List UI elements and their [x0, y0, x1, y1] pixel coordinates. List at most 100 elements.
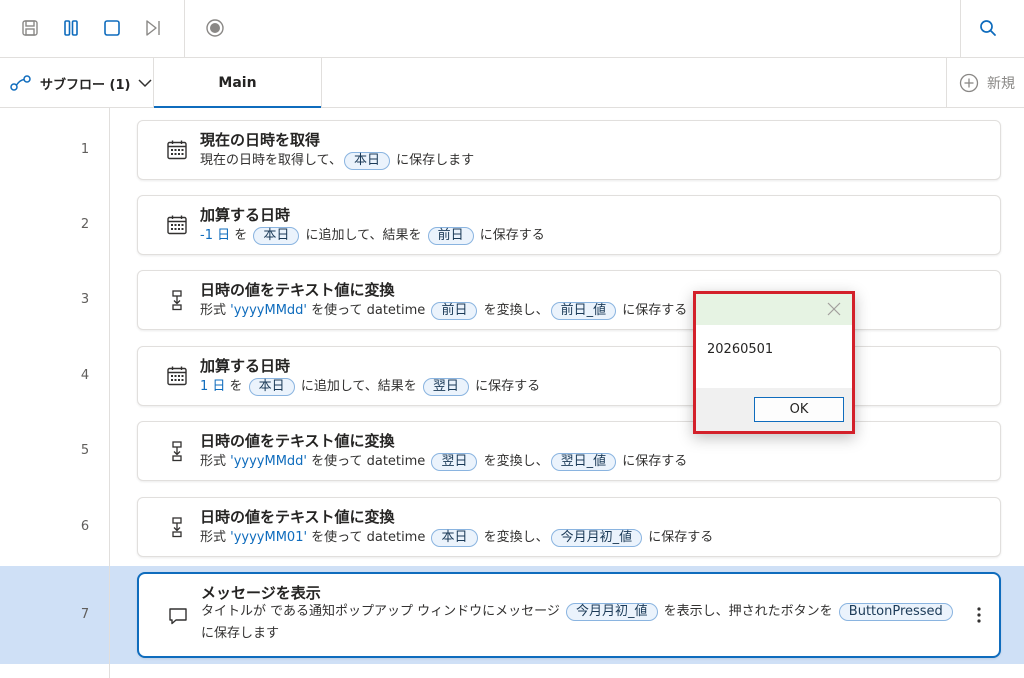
description-text: に保存します: [201, 626, 280, 641]
record-icon: [206, 19, 224, 37]
description-text: を: [230, 228, 252, 243]
subflow-label: サブフロー (1): [40, 77, 131, 93]
pause-button[interactable]: [57, 14, 85, 42]
flow-step-3[interactable]: 日時の値をテキスト値に変換 形式 'yyyyMMdd' を使って datetime…: [137, 270, 1001, 330]
step-next-button[interactable]: [139, 14, 167, 42]
step-number: 7: [80, 607, 90, 622]
description-text: を使って datetime: [307, 303, 430, 318]
variable-chip[interactable]: 翌日: [422, 378, 469, 396]
tab-main-label: Main: [218, 75, 257, 91]
step-description: 形式 'yyyyMM01' を使って datetime 本日 を変換し、 今月月初…: [200, 529, 713, 547]
description-text: 形式: [200, 454, 231, 469]
step-number: 2: [80, 217, 90, 232]
dialog-close-button[interactable]: [826, 301, 842, 317]
message-box-dialog: 20260501 OK: [693, 291, 855, 434]
step-number: 4: [80, 368, 90, 383]
description-text: に保存する: [644, 530, 714, 545]
description-text: に追加して、結果を: [301, 228, 426, 243]
step-title: 日時の値をテキスト値に変換: [200, 281, 395, 299]
description-text: に保存する: [470, 379, 541, 394]
description-text: 形式: [200, 303, 231, 318]
variable-chip[interactable]: 前日: [427, 227, 474, 245]
variable-chip[interactable]: 今月月初_値: [566, 603, 658, 621]
flow-step-7[interactable]: メッセージを表示 タイトルが である通知ポップアップ ウィンドウにメッセージ 今月…: [137, 572, 1001, 658]
save-icon: [22, 20, 38, 36]
description-text: に保存する: [618, 454, 688, 469]
toolbar-divider: [960, 0, 961, 58]
variable-chip[interactable]: 翌日_値: [550, 453, 617, 471]
dialog-title-bar: [696, 294, 852, 325]
literal-value: 1 日: [200, 379, 226, 394]
step-title: 日時の値をテキスト値に変換: [200, 508, 395, 526]
stop-icon: [104, 20, 120, 36]
more-vertical-icon: [977, 607, 981, 623]
step-title: 加算する日時: [200, 206, 291, 224]
convert-icon: [166, 516, 188, 538]
variable-chip[interactable]: 本日: [431, 529, 478, 547]
variable-chip[interactable]: 前日_値: [550, 302, 617, 320]
convert-icon: [166, 440, 188, 462]
chevron-down-icon: [138, 79, 152, 88]
calendar-icon: [166, 365, 188, 387]
record-button[interactable]: [201, 14, 229, 42]
variable-chip[interactable]: ButtonPressed: [838, 603, 953, 621]
add-circle-icon: [959, 73, 979, 93]
variable-chip[interactable]: 本日: [253, 227, 300, 245]
step-description: タイトルが である通知ポップアップ ウィンドウにメッセージ 今月月初_値 を表示…: [201, 601, 971, 645]
description-text: を変換し、: [479, 303, 549, 318]
step-description: 形式 'yyyyMMdd' を使って datetime 前日 を変換し、 前日_値…: [200, 302, 687, 320]
step-description: 現在の日時を取得して、 本日 に保存します: [200, 152, 474, 170]
step-number: 6: [80, 519, 90, 534]
search-button[interactable]: [974, 14, 1002, 42]
variable-chip[interactable]: 本日: [248, 378, 295, 396]
tab-main[interactable]: Main: [154, 58, 322, 108]
flow-step-4[interactable]: 加算する日時 1 日 を 本日 に追加して、結果を 翌日 に保存する: [137, 346, 1001, 406]
step-title: 日時の値をテキスト値に変換: [200, 432, 395, 450]
convert-icon: [166, 289, 188, 311]
literal-value: 'yyyyMMdd': [230, 454, 307, 469]
step-number: 3: [80, 292, 90, 307]
flow-step-6[interactable]: 日時の値をテキスト値に変換形式 'yyyyMM01' を使って datetime…: [137, 497, 1001, 557]
new-subflow-button[interactable]: 新規: [946, 58, 1024, 108]
step-description: -1 日 を 本日 に追加して、結果を 前日 に保存する: [200, 227, 545, 245]
flow-canvas: 現在の日時を取得 現在の日時を取得して、 本日 に保存します 加算する日時 -1 日 を…: [0, 108, 1024, 678]
save-button[interactable]: [16, 14, 44, 42]
more-options-button[interactable]: [971, 602, 987, 628]
step-title: 加算する日時: [200, 357, 291, 375]
stop-button[interactable]: [98, 14, 126, 42]
description-text: タイトルが である通知ポップアップ ウィンドウにメッセージ: [201, 604, 565, 619]
variable-chip[interactable]: 前日: [431, 302, 478, 320]
description-text: に保存する: [475, 228, 545, 243]
gutter-divider: [109, 108, 110, 678]
subflow-dropdown[interactable]: サブフロー (1): [0, 58, 154, 108]
dialog-footer: OK: [696, 388, 852, 431]
variable-chip[interactable]: 本日: [343, 152, 390, 170]
variable-chip[interactable]: 今月月初_値: [550, 529, 643, 547]
ok-button[interactable]: OK: [754, 397, 844, 422]
step-title: 現在の日時を取得: [200, 131, 321, 149]
step-number: 1: [80, 142, 90, 157]
description-text: に保存します: [391, 153, 475, 168]
step-next-icon: [146, 20, 160, 36]
description-text: を変換し、: [479, 530, 549, 545]
flow-step-2[interactable]: 加算する日時 -1 日 を 本日 に追加して、結果を 前日 に保存する: [137, 195, 1001, 255]
flow-step-1[interactable]: 現在の日時を取得現在の日時を取得して、 本日 に保存します: [137, 120, 1001, 180]
literal-value: 'yyyyMM01': [230, 530, 308, 545]
search-icon: [980, 20, 996, 36]
description-text: に保存する: [618, 303, 688, 318]
variable-chip[interactable]: 翌日: [431, 453, 478, 471]
pause-icon: [64, 20, 78, 36]
toolbar: [0, 0, 1024, 58]
message-icon: [167, 605, 189, 627]
step-number: 5: [80, 443, 90, 458]
subflow-icon: [10, 75, 31, 91]
flow-step-5[interactable]: 日時の値をテキスト値に変換形式 'yyyyMMdd' を使って datetime…: [137, 421, 1001, 481]
description-text: を表示し、押されたボタンを: [659, 604, 837, 619]
step-title: メッセージを表示: [201, 584, 321, 602]
tabs-row: サブフロー (1) Main 新規: [0, 58, 1024, 108]
step-description: 形式 'yyyyMMdd' を使って datetime 翌日 を変換し、 翌日_値…: [200, 453, 687, 471]
description-text: を使って datetime: [307, 530, 430, 545]
description-text: を変換し、: [479, 454, 549, 469]
literal-value: 'yyyyMMdd': [230, 303, 307, 318]
description-text: 現在の日時を取得して、: [200, 153, 342, 168]
